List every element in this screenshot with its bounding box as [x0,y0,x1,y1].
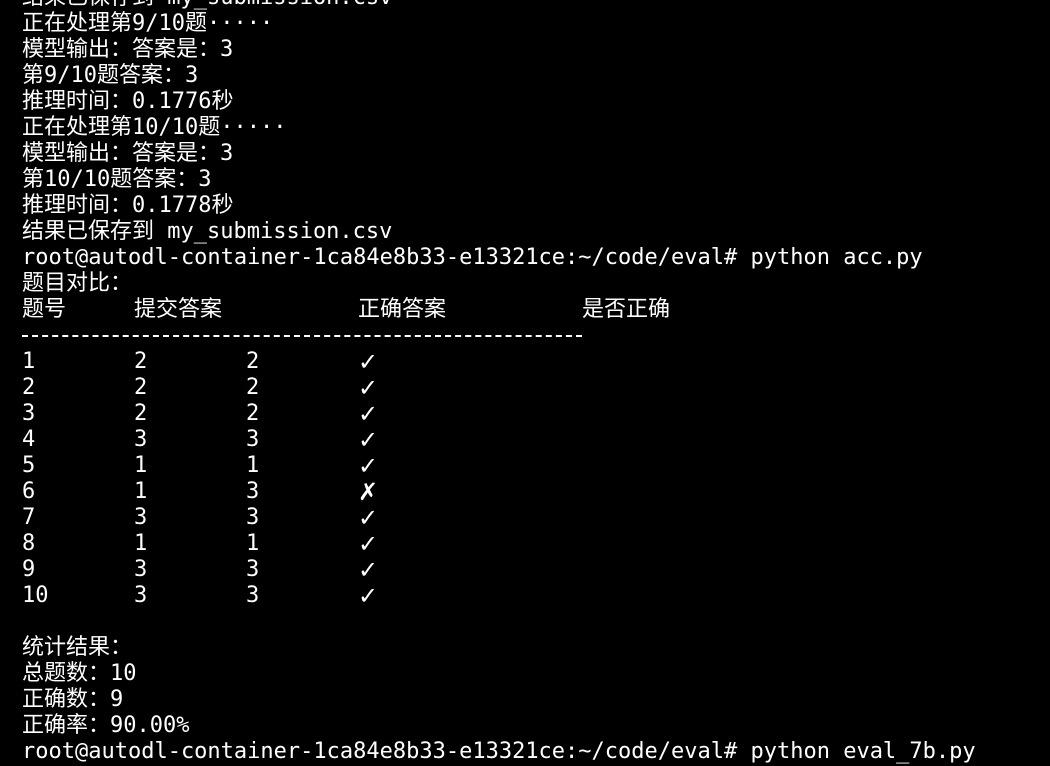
table-row: 5 1 1 ✓ [22,453,1042,479]
cell-result: ✓ [358,452,379,480]
output-line: 第10/10题答案：3 [22,167,212,192]
cell-correct: 3 [246,557,260,582]
output-line: 结果已保存到 my_submission.csv [22,0,1042,11]
cell-result: ✓ [358,556,379,584]
cell-id: 10 [22,583,49,608]
cell-submitted: 1 [134,531,148,556]
cell-correct: 2 [246,401,260,426]
table-row: 8 1 1 ✓ [22,531,1042,557]
cell-correct: 3 [246,505,260,530]
cell-submitted: 2 [134,349,148,374]
cell-correct: 2 [246,349,260,374]
table-row: 7 3 3 ✓ [22,505,1042,531]
header-submitted: 提交答案 [134,297,223,322]
table-separator [22,323,1042,349]
stats-correct: 正确数：9 [22,687,124,712]
output-line: 模型输出：答案是：3 [22,141,234,166]
table-row: 9 3 3 ✓ [22,557,1042,583]
cell-id: 9 [22,557,36,582]
cell-result: ✓ [358,426,379,454]
cell-correct: 3 [246,583,260,608]
cell-result: ✓ [358,582,379,610]
cell-id: 6 [22,479,36,504]
header-correct: 正确答案 [358,297,447,322]
stats-title: 统计结果： [22,635,133,660]
table-row: 3 2 2 ✓ [22,401,1042,427]
cell-result: ✓ [358,348,379,376]
cell-correct: 3 [246,479,260,504]
cell-submitted: 2 [134,401,148,426]
cell-result: ✓ [358,400,379,428]
header-result: 是否正确 [582,297,671,322]
terminal-output: 结果已保存到 my_submission.csv 正在处理第9/10题·····… [22,0,1042,765]
cell-submitted: 3 [134,583,148,608]
cell-id: 2 [22,375,36,400]
cell-id: 1 [22,349,36,374]
table-row: 4 3 3 ✓ [22,427,1042,453]
cell-id: 4 [22,427,36,452]
output-line: 正在处理第9/10题····· [22,11,274,36]
command-prompt[interactable]: root@autodl-container-1ca84e8b33-e13321c… [22,739,1042,765]
cell-correct: 1 [246,531,260,556]
cell-submitted: 3 [134,427,148,452]
cell-correct: 1 [246,453,260,478]
output-line: 推理时间：0.1776秒 [22,89,234,114]
table-row: 1 2 2 ✓ [22,349,1042,375]
header-id: 题号 [22,297,67,322]
stats-accuracy: 正确率：90.00% [22,713,190,738]
terminal-window[interactable]: 结果已保存到 my_submission.csv 正在处理第9/10题·····… [0,0,1050,766]
output-line: 模型输出：答案是：3 [22,37,234,62]
cell-submitted: 1 [134,453,148,478]
stats-total: 总题数：10 [22,661,137,686]
separator-line [22,335,582,337]
cell-id: 3 [22,401,36,426]
output-line: 第9/10题答案：3 [22,63,199,88]
cell-id: 5 [22,453,36,478]
cell-result: ✗ [358,478,379,506]
cell-submitted: 2 [134,375,148,400]
table-row: 6 1 3 ✗ [22,479,1042,505]
cell-result: ✓ [358,374,379,402]
compare-title: 题目对比： [22,271,133,296]
output-line: 推理时间：0.1778秒 [22,193,234,218]
table-header: 题号 提交答案 正确答案 是否正确 [22,297,1042,323]
cell-result: ✓ [358,504,379,532]
cell-submitted: 3 [134,505,148,530]
cell-id: 7 [22,505,36,530]
cell-id: 8 [22,531,36,556]
cell-correct: 3 [246,427,260,452]
cell-submitted: 1 [134,479,148,504]
cell-correct: 2 [246,375,260,400]
command-prompt: root@autodl-container-1ca84e8b33-e13321c… [22,245,923,270]
cell-result: ✓ [358,530,379,558]
cell-submitted: 3 [134,557,148,582]
table-row: 10 3 3 ✓ [22,583,1042,609]
table-body: 1 2 2 ✓ 2 2 2 ✓ 3 2 2 ✓ 4 3 3 ✓ 5 1 1 ✓ 6 1 3 ✗ 7 3 3 ✓ 8 1 1 ✓ 9 3 3 ✓ 10 3 3… [22,349,1042,609]
output-line: 结果已保存到 my_submission.csv [22,219,393,244]
output-line: 正在处理第10/10题····· [22,115,287,140]
table-row: 2 2 2 ✓ [22,375,1042,401]
